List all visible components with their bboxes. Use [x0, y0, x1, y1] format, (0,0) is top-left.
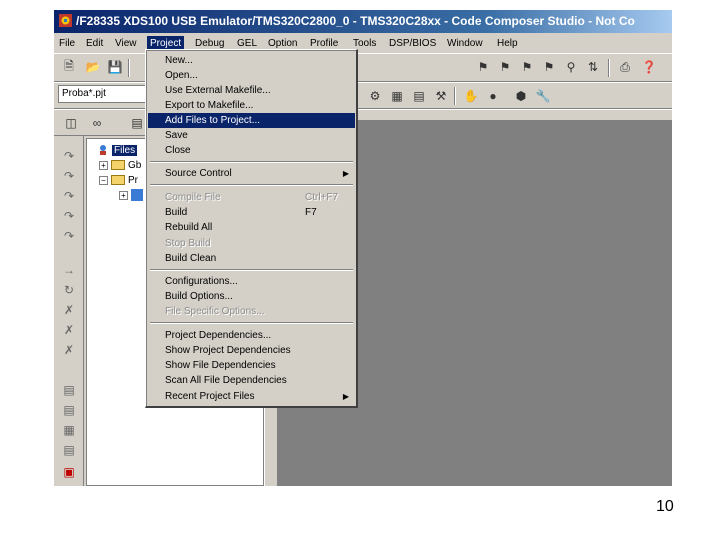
open-folder-icon[interactable]: 📂: [84, 58, 102, 76]
vertical-debug-toolbar: ↷ ↷ ↷ ↷ ↷ → ↻ ✗ ✗ ✗ ▤ ▤ ▦ ▤ ▣: [54, 136, 84, 486]
run-to-cursor-icon[interactable]: ↷: [60, 208, 78, 224]
app-icon: [59, 14, 72, 27]
submenu-arrow-icon: ▶: [342, 392, 349, 401]
print-icon[interactable]: ⎙: [616, 58, 634, 76]
tree-root[interactable]: Files: [97, 144, 138, 158]
clipboard-icon[interactable]: ▤: [128, 114, 146, 132]
menu-window[interactable]: Window: [444, 36, 486, 51]
menu-item-show-file-dependencies[interactable]: Show File Dependencies: [148, 358, 355, 373]
menu-item-configurations[interactable]: Configurations...: [148, 274, 355, 289]
menu-item-save[interactable]: Save: [148, 128, 355, 143]
toolbar-separator: [128, 59, 130, 77]
toolbar-separator: [608, 59, 610, 77]
halt-icon[interactable]: ✗: [60, 302, 78, 318]
animate-icon[interactable]: ✗: [60, 322, 78, 338]
menu-help[interactable]: Help: [494, 36, 521, 51]
menu-dspbios[interactable]: DSP/BIOS: [386, 36, 439, 51]
step-asm-icon[interactable]: ↷: [60, 228, 78, 244]
menu-item-show-project-dependencies[interactable]: Show Project Dependencies: [148, 343, 355, 358]
step-over-icon[interactable]: ↷: [60, 168, 78, 184]
slide: /F28335 XDS100 USB Emulator/TMS320C2800_…: [0, 0, 720, 540]
menu-item-build-options[interactable]: Build Options...: [148, 289, 355, 304]
project-menu-dropdown: New... Open... Use External Makefile... …: [145, 49, 358, 408]
menu-edit[interactable]: Edit: [83, 36, 106, 51]
run-icon[interactable]: ⬢: [512, 87, 530, 105]
stop-build-icon[interactable]: ▤: [410, 87, 428, 105]
menu-item-scan-all-file-dependencies[interactable]: Scan All File Dependencies: [148, 373, 355, 388]
new-file-icon[interactable]: 🗎: [60, 58, 78, 76]
folder-icon: [111, 160, 125, 171]
glasses-icon[interactable]: ∞: [88, 114, 106, 132]
collapse-icon[interactable]: −: [99, 175, 108, 185]
disassembly-icon[interactable]: ▦: [60, 422, 78, 438]
menu-separator: [150, 184, 353, 186]
menu-item-project-dependencies[interactable]: Project Dependencies...: [148, 328, 355, 343]
menu-item-build-clean[interactable]: Build Clean: [148, 251, 355, 266]
replace-icon[interactable]: ⇅: [584, 58, 602, 76]
tree-node-gbl[interactable]: + Gb: [99, 159, 141, 173]
menu-item-new[interactable]: New...: [148, 53, 355, 68]
compile-icon[interactable]: ⚒: [432, 87, 450, 105]
rebuild-icon[interactable]: ▦: [388, 87, 406, 105]
breakpoint-icon[interactable]: ●: [484, 87, 502, 105]
menu-item-build[interactable]: Build F7: [148, 205, 355, 220]
set-pc-icon[interactable]: →: [60, 262, 78, 278]
build-icon[interactable]: ⚙: [366, 87, 384, 105]
reset-icon[interactable]: ✗: [60, 342, 78, 358]
tree-node-label: Gb: [128, 160, 142, 171]
project-file-icon: [131, 189, 143, 202]
save-icon[interactable]: 💾: [106, 58, 124, 76]
bookmark-icon[interactable]: ⚑: [540, 58, 558, 76]
toolbar-separator: [454, 87, 456, 105]
tree-node-label: Pr: [128, 175, 138, 186]
menu-item-source-control[interactable]: Source Control ▶: [148, 166, 355, 181]
expand-icon[interactable]: +: [99, 160, 108, 170]
hand-icon[interactable]: ✋: [462, 87, 480, 105]
expand-icon[interactable]: +: [119, 190, 128, 200]
menu-item-stop-build[interactable]: Stop Build: [148, 236, 355, 251]
step-into-icon[interactable]: ↷: [60, 148, 78, 164]
menu-item-add-files-to-project[interactable]: Add Files to Project...: [148, 113, 355, 128]
find-prev-icon[interactable]: ⚑: [518, 58, 536, 76]
menu-item-rebuild-all[interactable]: Rebuild All: [148, 220, 355, 235]
find-icon[interactable]: ⚑: [474, 58, 492, 76]
tree-root-label: Files: [112, 145, 138, 156]
watch-icon[interactable]: ◫: [62, 114, 80, 132]
folder-open-icon: [111, 175, 125, 186]
menu-item-compile-file[interactable]: Compile File Ctrl+F7: [148, 190, 355, 205]
project-combo[interactable]: Proba*.pjt: [58, 85, 148, 103]
step-out-icon[interactable]: ↷: [60, 188, 78, 204]
menu-item-open[interactable]: Open...: [148, 68, 355, 83]
menu-separator: [150, 269, 353, 271]
submenu-arrow-icon: ▶: [342, 169, 349, 178]
wrench-icon[interactable]: 🔧: [534, 87, 552, 105]
tree-node-project[interactable]: − Pr: [99, 174, 138, 188]
slide-page-number: 10: [656, 498, 674, 515]
menu-view[interactable]: View: [112, 36, 140, 51]
help-cursor-icon[interactable]: ❓: [640, 58, 658, 76]
menu-item-close[interactable]: Close: [148, 143, 355, 158]
run-icon[interactable]: ↻: [60, 282, 78, 298]
menu-file[interactable]: File: [56, 36, 78, 51]
find-next-icon[interactable]: ⚑: [496, 58, 514, 76]
binoculars-icon[interactable]: ⚲: [562, 58, 580, 76]
menu-item-use-external-makefile[interactable]: Use External Makefile...: [148, 83, 355, 98]
register-window-icon[interactable]: ▤: [60, 382, 78, 398]
stop-record-icon[interactable]: ▣: [60, 464, 78, 480]
window-title: /F28335 XDS100 USB Emulator/TMS320C2800_…: [76, 14, 635, 28]
call-stack-icon[interactable]: ▤: [60, 442, 78, 458]
ccs-window: /F28335 XDS100 USB Emulator/TMS320C2800_…: [54, 10, 672, 486]
menu-item-recent-project-files[interactable]: Recent Project Files ▶: [148, 389, 355, 404]
title-bar: /F28335 XDS100 USB Emulator/TMS320C2800_…: [54, 10, 672, 33]
menu-item-export-to-makefile[interactable]: Export to Makefile...: [148, 98, 355, 113]
tree-node-child[interactable]: +: [119, 189, 146, 203]
menu-item-file-specific-options[interactable]: File Specific Options...: [148, 304, 355, 319]
menu-separator: [150, 161, 353, 163]
menu-separator: [150, 322, 353, 324]
memory-window-icon[interactable]: ▤: [60, 402, 78, 418]
files-icon: [100, 145, 106, 156]
